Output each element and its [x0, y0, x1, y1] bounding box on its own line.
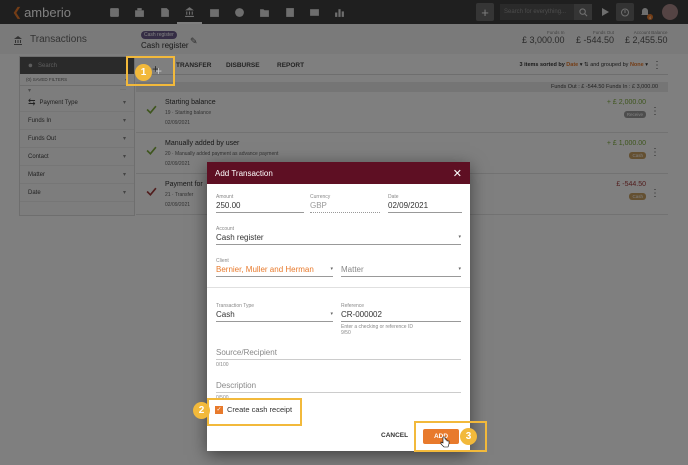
cash-receipt-label: Create cash receipt: [227, 405, 293, 414]
amount-input[interactable]: 250.00: [216, 201, 304, 213]
reference-label: Reference: [341, 303, 365, 309]
step-badge-2: 2: [193, 402, 210, 419]
dialog-title: Add Transaction: [215, 168, 273, 178]
chevron-down-icon: ▾: [458, 234, 461, 240]
chevron-down-icon: ▾: [330, 311, 333, 317]
reference-field[interactable]: Reference CR-000002 Enter a checking or …: [341, 303, 461, 336]
chevron-down-icon: ▾: [330, 266, 333, 272]
account-select[interactable]: Account Cash register ▾: [216, 226, 461, 245]
currency-field: Currency GBP: [310, 194, 380, 213]
currency-label: Currency: [310, 194, 331, 200]
checkbox-checked-icon[interactable]: ✓: [215, 405, 223, 414]
chevron-down-icon: ▾: [458, 266, 461, 272]
source-recipient-input[interactable]: Source/Recipient: [216, 348, 461, 360]
close-icon[interactable]: ✕: [453, 167, 462, 180]
client-value[interactable]: Bernier, Muller and Herman: [216, 265, 333, 277]
step-badge-1: 1: [135, 64, 152, 81]
date-label: Date: [388, 194, 399, 200]
currency-value: GBP: [310, 201, 380, 213]
matter-select[interactable]: - Matter ▾: [341, 258, 461, 277]
cash-receipt-checkbox-row[interactable]: ✓ Create cash receipt: [215, 405, 292, 414]
client-label: Client: [216, 258, 229, 264]
date-input[interactable]: 02/09/2021: [388, 201, 462, 213]
client-select[interactable]: Client Bernier, Muller and Herman ▾: [216, 258, 333, 277]
divider: [207, 287, 470, 288]
transaction-type-select[interactable]: Transaction Type Cash ▾: [216, 303, 333, 322]
type-value[interactable]: Cash: [216, 310, 333, 322]
date-field[interactable]: Date 02/09/2021: [388, 194, 462, 213]
matter-placeholder[interactable]: Matter: [341, 265, 461, 277]
step-badge-3: 3: [460, 428, 477, 445]
dialog-header: Add Transaction ✕: [207, 162, 470, 184]
amount-label: Amount: [216, 194, 234, 200]
source-recipient-field[interactable]: Source/Recipient 0/100: [216, 347, 461, 368]
type-label: Transaction Type: [216, 303, 255, 309]
add-plus-icon[interactable]: +: [155, 64, 162, 78]
account-value[interactable]: Cash register: [216, 233, 461, 245]
amount-field[interactable]: Amount 250.00: [216, 194, 304, 213]
cancel-button[interactable]: CANCEL: [381, 432, 408, 439]
reference-count: 9/50: [341, 330, 351, 336]
description-input[interactable]: Description: [216, 381, 461, 393]
source-count: 0/100: [216, 362, 229, 368]
reference-input[interactable]: CR-000002: [341, 310, 461, 322]
account-label: Account: [216, 226, 235, 232]
hand-cursor-icon: [440, 436, 450, 448]
